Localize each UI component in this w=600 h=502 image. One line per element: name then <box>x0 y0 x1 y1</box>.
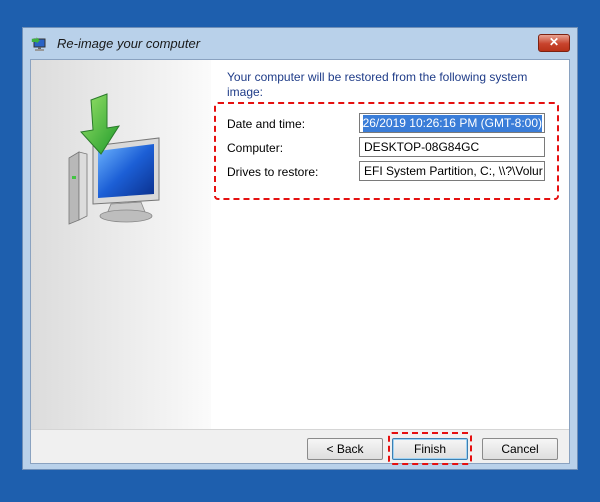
close-icon: ✕ <box>548 35 560 49</box>
dialog-client-area: Your computer will be restored from the … <box>30 59 570 465</box>
close-button[interactable]: ✕ <box>538 34 570 52</box>
date-time-field[interactable]: 26/2019 10:26:16 PM (GMT-8:00) <box>359 113 545 133</box>
drives-label: Drives to restore: <box>227 165 319 179</box>
date-time-label: Date and time: <box>227 117 306 131</box>
reimage-dialog: Re-image your computer ✕ Your computer w… <box>22 27 578 470</box>
drives-value: EFI System Partition, C:, \\?\Volur <box>364 164 543 178</box>
restore-heading: Your computer will be restored from the … <box>227 70 528 99</box>
drives-field[interactable]: EFI System Partition, C:, \\?\Volur <box>359 161 545 181</box>
title-bar[interactable]: Re-image your computer ✕ <box>23 28 577 60</box>
side-panel <box>31 60 211 429</box>
button-bar: < Back Finish Cancel <box>31 430 569 465</box>
computer-restore-arrow-icon <box>68 93 160 225</box>
computer-label: Computer: <box>227 141 284 155</box>
restore-computer-icon <box>31 37 46 51</box>
finish-button[interactable]: Finish <box>392 438 468 460</box>
back-button[interactable]: < Back <box>307 438 383 460</box>
computer-value: DESKTOP-08G84GC <box>364 140 480 154</box>
cancel-button[interactable]: Cancel <box>482 438 558 460</box>
window-title: Re-image your computer <box>57 36 201 51</box>
computer-field[interactable]: DESKTOP-08G84GC <box>359 137 545 157</box>
date-time-value: 26/2019 10:26:16 PM (GMT-8:00) <box>362 115 542 132</box>
